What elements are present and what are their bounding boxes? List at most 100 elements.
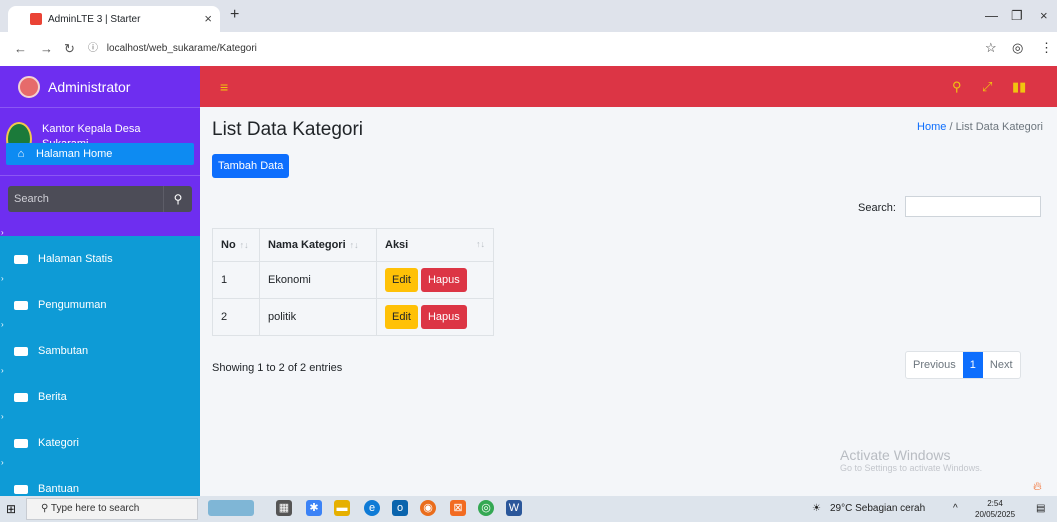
search-icon[interactable]: ⚲ xyxy=(163,186,192,212)
clock[interactable]: 2:54 20/05/2025 xyxy=(975,498,1015,520)
edit-button[interactable]: Edit xyxy=(385,305,418,329)
weather-widget-icon[interactable] xyxy=(208,500,254,516)
xampp-icon[interactable]: ⊠ xyxy=(450,500,466,516)
folder-icon xyxy=(14,484,28,494)
brand-logo-icon xyxy=(18,75,40,98)
user-panel[interactable]: Kantor Kepala Desa Sukarami xyxy=(0,108,200,176)
navbar-search-icon[interactable]: ⚲ xyxy=(952,79,962,95)
close-window-icon[interactable]: × xyxy=(1040,8,1048,23)
file-explorer-icon[interactable]: ▬ xyxy=(334,500,350,516)
bookmark-star-icon[interactable]: ☆ xyxy=(985,40,997,56)
firefox-icon[interactable]: ◉ xyxy=(420,500,436,516)
hamburger-menu-icon[interactable]: ≡ xyxy=(220,79,228,95)
caret-icon: › xyxy=(1,366,4,375)
table-icon xyxy=(14,300,28,310)
url-field[interactable]: ⓘ localhost/web_sukarame/Kategori xyxy=(88,38,257,60)
cell-nama-kategori: Ekonomi xyxy=(259,261,377,299)
fullscreen-icon[interactable]: ⤢ xyxy=(982,79,992,95)
word-icon[interactable]: W xyxy=(506,500,522,516)
sidebar-item-kategori[interactable]: › Kategori xyxy=(0,412,200,466)
tab-title: AdminLTE 3 | Starter xyxy=(48,13,141,25)
user-name-line1: Kantor Kepala Desa xyxy=(42,123,141,135)
chrome-icon[interactable]: ◎ xyxy=(478,500,494,516)
sort-icon: ↑↓ xyxy=(476,239,485,249)
caret-icon: › xyxy=(1,458,4,467)
reload-icon[interactable]: ↻ xyxy=(64,41,75,57)
table-row: 1 Ekonomi Edit Hapus xyxy=(212,261,494,299)
column-header-no[interactable]: No ↑↓ xyxy=(212,228,260,262)
pagination-page-1[interactable]: 1 xyxy=(962,352,983,378)
pagination: Previous 1 Next xyxy=(905,351,1021,379)
caret-icon: › xyxy=(1,274,4,283)
edge-browser-icon[interactable]: e xyxy=(364,500,380,516)
weather-text[interactable]: 29°C Sebagian cerah xyxy=(830,503,925,514)
outlook-icon[interactable]: o xyxy=(392,500,408,516)
pagination-next[interactable]: Next xyxy=(983,352,1020,378)
clock-date: 20/05/2025 xyxy=(975,510,1016,519)
sidebar-item-halaman-statis[interactable]: › Halaman Statis xyxy=(0,228,200,282)
edit-button[interactable]: Edit xyxy=(385,268,418,292)
sidebar-menu: ⌂ Halaman Home xyxy=(0,143,200,165)
profile-icon[interactable]: ◎ xyxy=(1012,40,1023,56)
sidebar-item-pengumuman[interactable]: › Pengumuman xyxy=(0,274,200,328)
table-row: 2 politik Edit Hapus xyxy=(212,298,494,336)
site-info-icon[interactable]: ⓘ xyxy=(88,43,98,54)
new-tab-icon[interactable]: + xyxy=(230,6,239,24)
menu-kebab-icon[interactable]: ⋮ xyxy=(1040,40,1053,56)
browser-tab[interactable]: AdminLTE 3 | Starter × xyxy=(8,6,220,32)
breadcrumb-current: List Data Kategori xyxy=(955,121,1043,133)
column-header-aksi[interactable]: Aksi ↑↓ xyxy=(376,228,494,262)
table-header-row: No ↑↓ Nama Kategori ↑↓ Aksi ↑↓ xyxy=(212,228,494,262)
restore-icon[interactable]: ❐ xyxy=(1011,8,1023,24)
widgets-icon[interactable]: ✱ xyxy=(306,500,322,516)
sidebar-item-label: Berita xyxy=(38,391,67,403)
browser-tab-bar: ⌄ AdminLTE 3 | Starter × + — ❐ × xyxy=(0,0,1057,32)
sidebar-item-berita[interactable]: › Berita xyxy=(0,366,200,420)
brand-link[interactable]: Administrator xyxy=(0,66,200,108)
column-header-nama-kategori[interactable]: Nama Kategori ↑↓ xyxy=(259,228,377,262)
delete-button[interactable]: Hapus xyxy=(420,305,467,329)
activate-windows-subtitle: Go to Settings to activate Windows. xyxy=(840,463,983,473)
sidebar-item-label: Halaman Home xyxy=(36,148,113,160)
table-icon xyxy=(14,392,28,402)
sidebar-item-label: Kategori xyxy=(38,437,79,449)
home-icon: ⌂ xyxy=(17,148,25,160)
breadcrumb-separator: / xyxy=(949,121,953,133)
flame-icon[interactable]: 🔥︎ xyxy=(1033,479,1042,494)
favicon-icon xyxy=(30,13,42,25)
cell-no: 2 xyxy=(212,298,260,336)
caret-icon: › xyxy=(1,320,4,329)
cell-aksi: Edit Hapus xyxy=(376,261,494,299)
cell-nama-kategori: politik xyxy=(259,298,377,336)
back-icon[interactable]: ← xyxy=(14,41,27,56)
task-view-icon[interactable]: ▦ xyxy=(276,500,292,516)
kategori-table: No ↑↓ Nama Kategori ↑↓ Aksi ↑↓ 1 Ekonomi Ed… xyxy=(212,228,494,336)
breadcrumb-home-link[interactable]: Home xyxy=(917,121,946,133)
brand-text: Administrator xyxy=(48,78,131,95)
windows-start-icon[interactable]: ⊞ xyxy=(6,502,16,516)
close-tab-icon[interactable]: × xyxy=(204,11,212,26)
content-wrapper: List Data Kategori Home / List Data Kate… xyxy=(200,107,1057,496)
minimize-icon[interactable]: — xyxy=(985,8,998,23)
notification-icon[interactable]: ▤ xyxy=(1036,503,1045,514)
weather-status-icon[interactable]: ☀ xyxy=(812,503,821,514)
sidebar-item-halaman-home[interactable]: ⌂ Halaman Home xyxy=(6,143,194,165)
taskbar-search-input[interactable]: ⚲ Type here to search xyxy=(26,498,198,520)
table-icon xyxy=(14,438,28,448)
sidebar-item-sambutan[interactable]: › Sambutan xyxy=(0,320,200,374)
add-data-button[interactable]: Tambah Data xyxy=(212,154,290,178)
clock-time: 2:54 xyxy=(987,499,1003,508)
caret-icon: › xyxy=(1,412,4,421)
forward-icon[interactable]: → xyxy=(40,41,53,56)
sidebar-search: Search ⚲ xyxy=(8,186,192,212)
pagination-previous[interactable]: Previous xyxy=(906,352,963,378)
sort-icon: ↑↓ xyxy=(239,240,249,250)
activate-windows-title: Activate Windows xyxy=(840,447,951,463)
sort-icon: ↑↓ xyxy=(349,240,359,250)
sidebar-item-label: Sambutan xyxy=(38,345,89,357)
sidebar-search-input[interactable]: Search xyxy=(8,186,163,212)
tray-chevron-icon[interactable]: ^ xyxy=(953,503,958,514)
control-sidebar-icon[interactable]: ▮▮ xyxy=(1012,79,1026,95)
table-search-input[interactable] xyxy=(905,196,1041,217)
delete-button[interactable]: Hapus xyxy=(420,268,467,292)
